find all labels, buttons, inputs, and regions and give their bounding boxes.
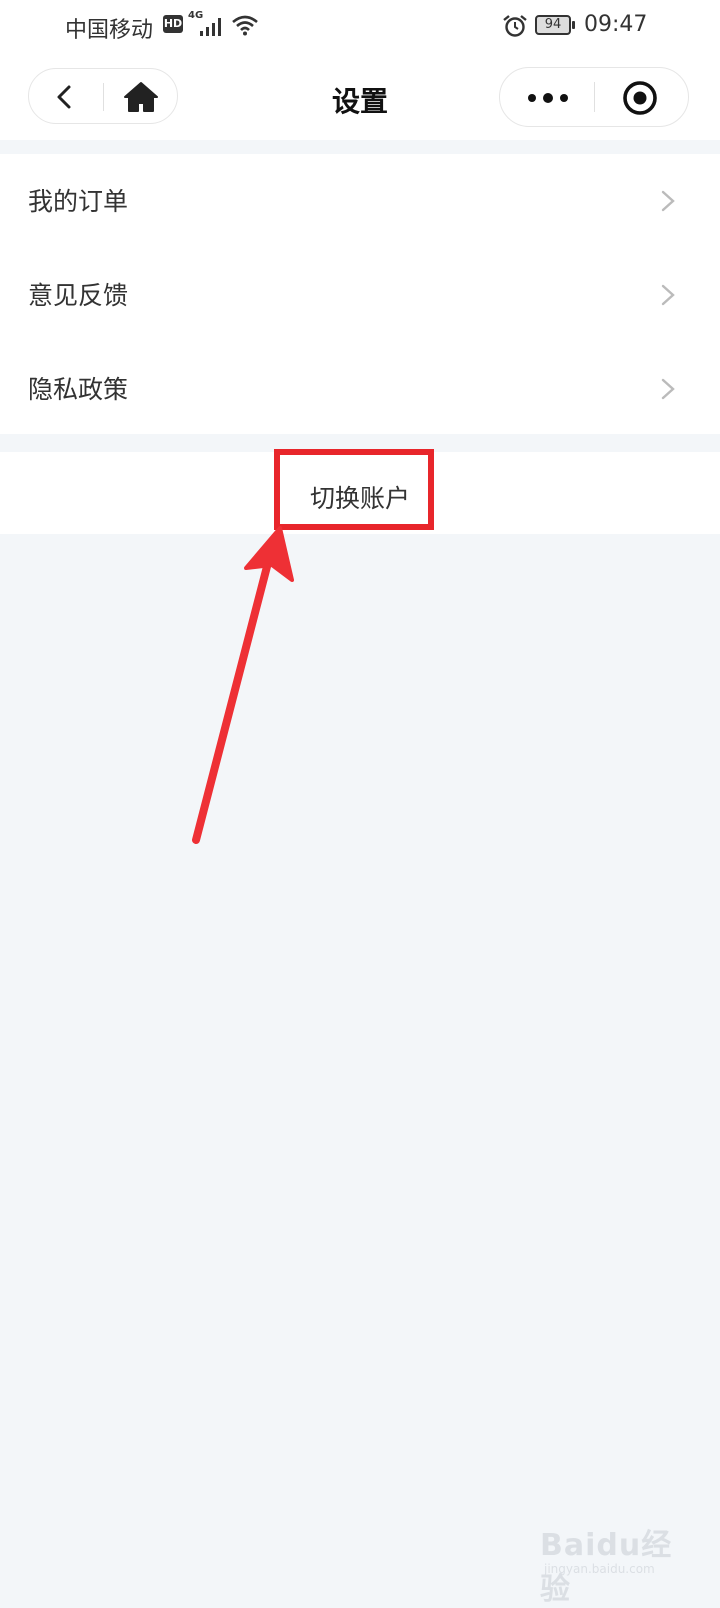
menu-item-privacy[interactable]: 隐私政策 <box>0 342 720 436</box>
menu-item-label: 我的订单 <box>28 187 129 216</box>
settings-menu: 我的订单 意见反馈 隐私政策 <box>0 154 720 434</box>
menu-item-label: 隐私政策 <box>28 375 129 404</box>
menu-item-feedback[interactable]: 意见反馈 <box>0 248 720 342</box>
nav-bar: 设置 <box>0 60 720 138</box>
alarm-icon <box>503 15 527 37</box>
more-icon[interactable] <box>522 78 574 118</box>
chevron-right-icon <box>661 190 675 212</box>
watermark: Baidu经验 jingyan.baidu.com <box>540 1516 690 1607</box>
wifi-icon <box>232 15 258 36</box>
menu-item-my-orders[interactable]: 我的订单 <box>0 154 720 248</box>
chevron-right-icon <box>661 284 675 306</box>
carrier-name: 中国移动 <box>65 18 154 43</box>
battery-icon: 94 <box>535 15 571 35</box>
hd-badge: HD <box>163 15 183 33</box>
status-bar: 中国移动 HD 4G 94 09:47 <box>0 0 720 52</box>
signal-icon <box>200 18 224 36</box>
highlight-box <box>274 449 434 530</box>
menu-item-label: 意见反馈 <box>28 281 129 310</box>
watermark-url: jingyan.baidu.com <box>544 1562 655 1576</box>
battery-tip <box>572 21 575 29</box>
capsule-divider <box>594 82 595 112</box>
chevron-right-icon <box>661 378 675 400</box>
nav-capsule-right <box>499 67 689 127</box>
status-time: 09:47 <box>584 12 648 37</box>
target-icon[interactable] <box>614 78 666 118</box>
top-area: 中国移动 HD 4G 94 09:47 设置 <box>0 0 720 140</box>
